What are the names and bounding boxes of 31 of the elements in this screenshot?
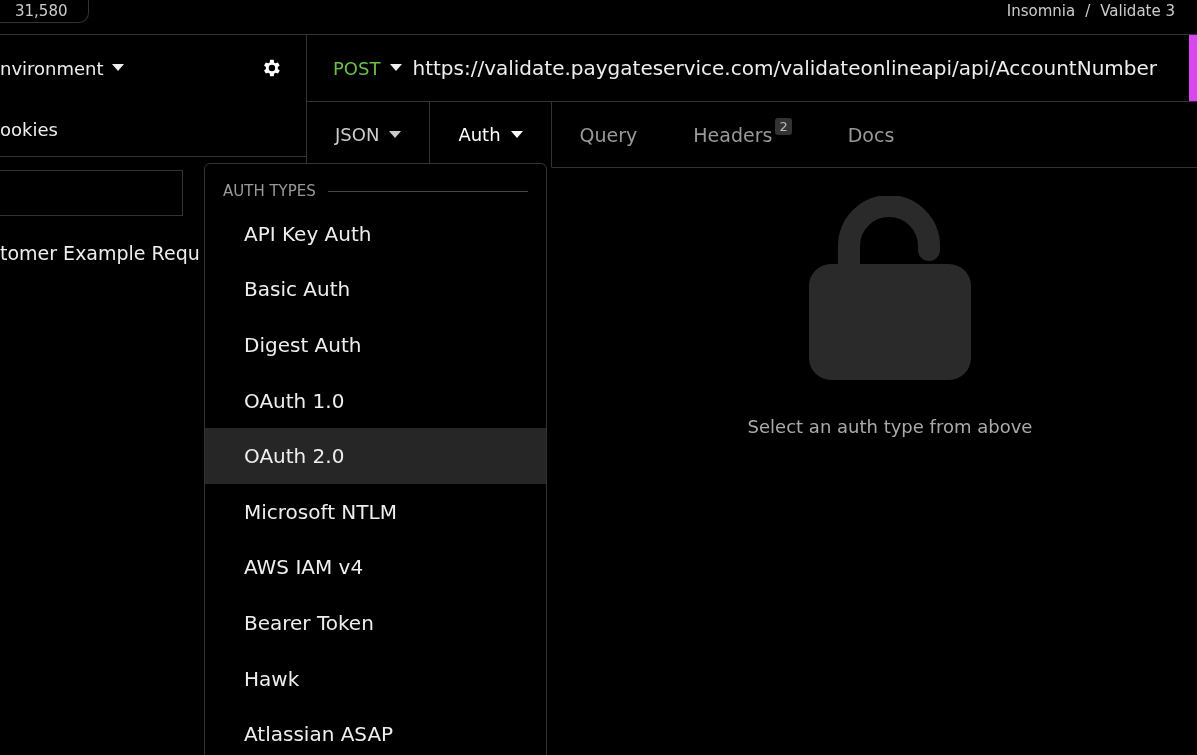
url-field[interactable]: https://validate.paygateservice.com/validateonlineapi/api/AccountNumber — [412, 56, 1158, 80]
environment-dropdown[interactable]: nvironment — [0, 57, 124, 79]
cookies-button[interactable]: ookies — [0, 118, 58, 140]
menu-item[interactable]: Bearer Token — [205, 595, 546, 651]
menu-item[interactable]: OAuth 2.0 — [205, 428, 546, 484]
method-dropdown[interactable]: POST — [333, 57, 403, 79]
menu-item[interactable]: Microsoft NTLM — [205, 483, 546, 540]
unlocked-padlock-icon — [809, 196, 971, 380]
send-button-edge[interactable] — [1189, 35, 1197, 101]
menu-item[interactable]: API Key Auth — [205, 206, 546, 262]
menu-item[interactable]: Digest Auth — [205, 317, 546, 373]
caret-icon — [510, 130, 523, 139]
menu-item[interactable]: Hawk — [205, 650, 546, 707]
filter-field[interactable] — [0, 170, 183, 216]
tab[interactable]: Query — [551, 102, 666, 168]
breadcrumb-item[interactable]: Validate 3 — [1100, 2, 1175, 20]
caret-icon — [389, 130, 402, 139]
tab[interactable]: Docs — [819, 102, 923, 168]
caret-icon — [111, 64, 124, 72]
menu-heading: AUTH TYPES — [223, 182, 316, 200]
tab[interactable]: Headers 2 — [665, 102, 820, 168]
empty-message: Select an auth type from above — [747, 416, 1033, 437]
menu-item[interactable]: Basic Auth — [205, 261, 546, 318]
menu-item[interactable]: OAuth 1.0 — [205, 372, 546, 429]
request-count: 31,580 — [0, 0, 89, 23]
count-badge: 2 — [775, 118, 792, 135]
breadcrumb-separator: / — [1085, 2, 1091, 20]
caret-icon — [390, 64, 403, 72]
breadcrumb-item[interactable]: Insomnia — [1006, 2, 1076, 20]
menu-item[interactable]: Atlassian ASAP — [205, 706, 546, 755]
menu-item[interactable]: AWS IAM v4 — [205, 539, 546, 596]
